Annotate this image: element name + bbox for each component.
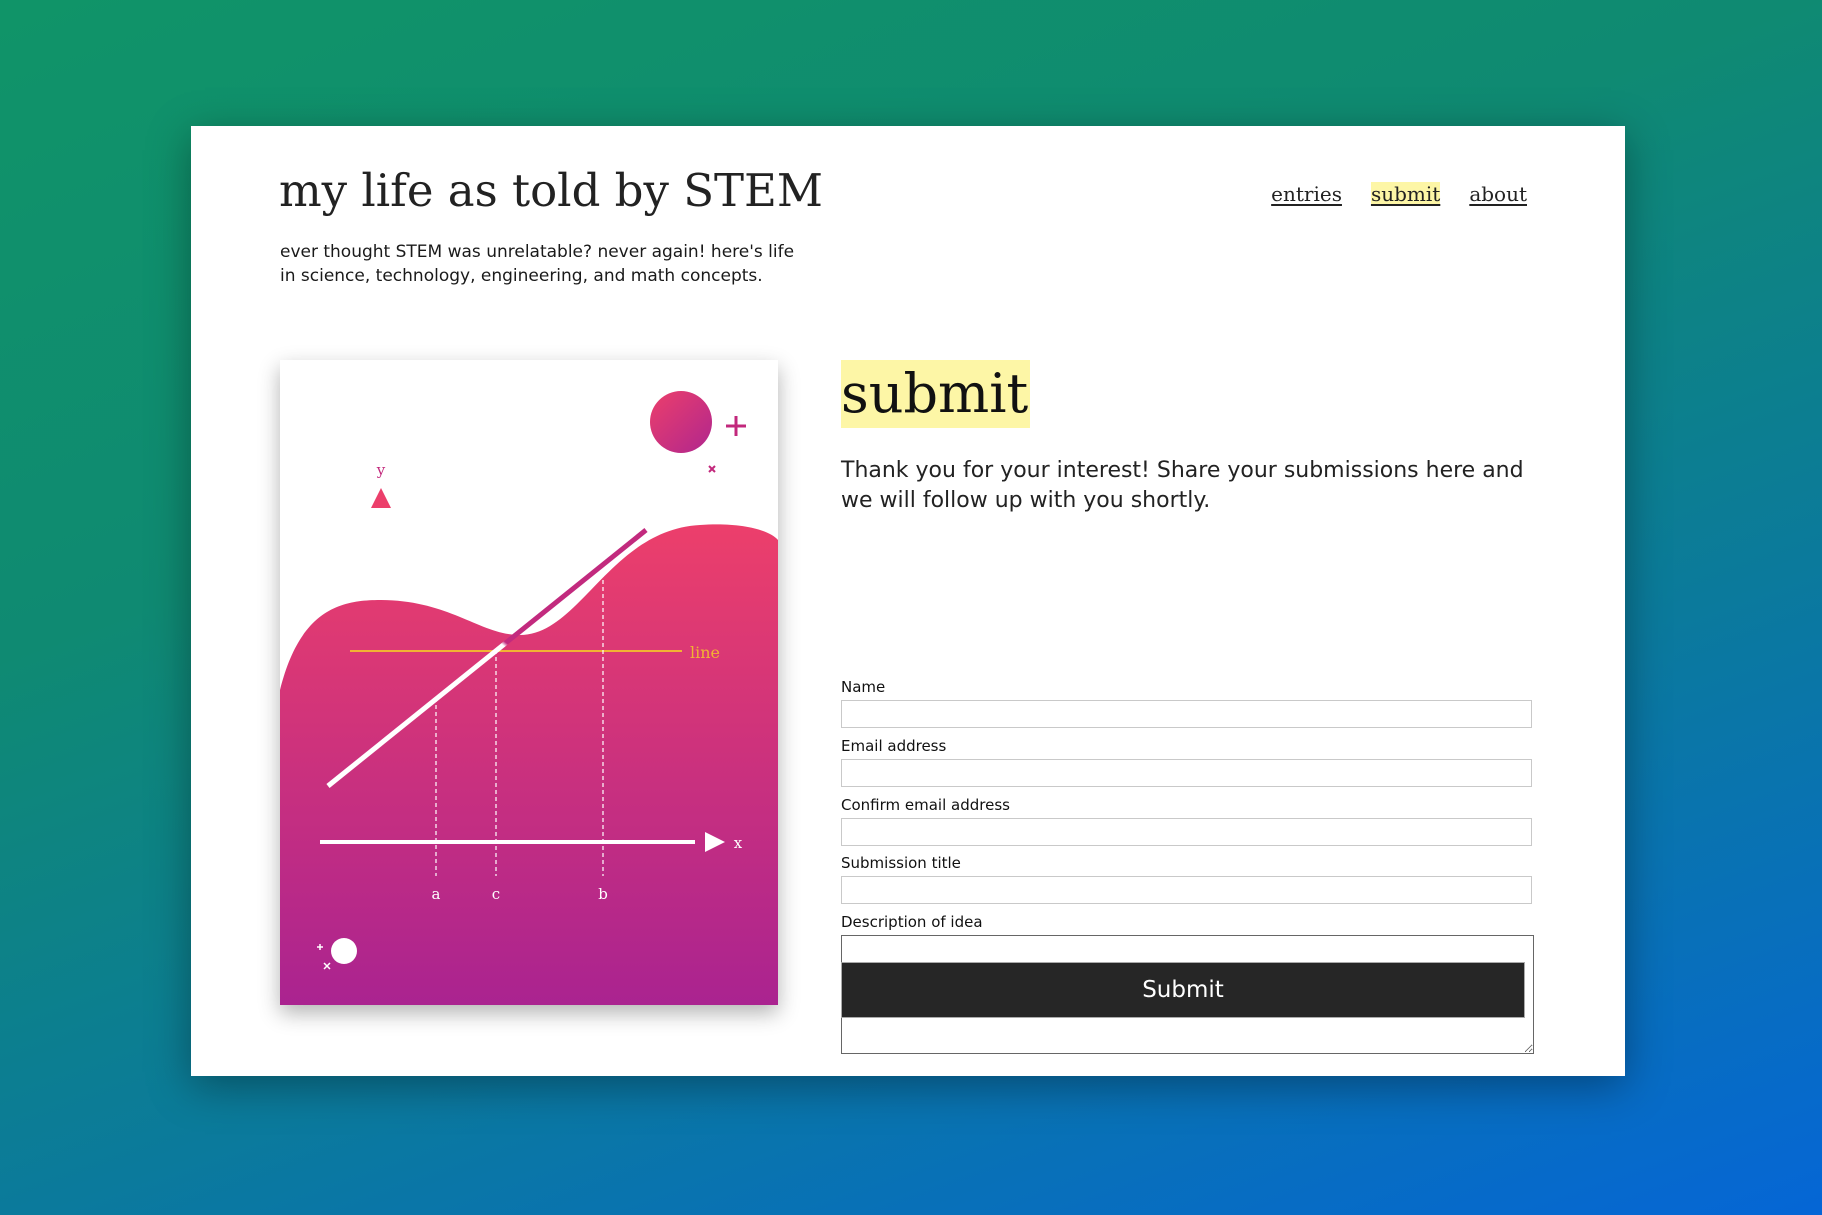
y-axis-label: y xyxy=(376,461,386,479)
nav-link-entries[interactable]: entries xyxy=(1271,182,1342,206)
submit-button[interactable]: Submit xyxy=(841,962,1525,1018)
name-label: Name xyxy=(841,678,886,696)
confirm-email-label: Confirm email address xyxy=(841,796,1010,814)
name-field-group: Name xyxy=(841,678,1532,728)
submission-title-field-group: Submission title xyxy=(841,854,1532,904)
nav-link-about[interactable]: about xyxy=(1469,182,1527,206)
description-label: Description of idea xyxy=(841,913,983,931)
main-nav: entries submit about xyxy=(1271,182,1527,206)
nav-link-submit[interactable]: submit xyxy=(1370,182,1441,206)
intro-text: Thank you for your interest! Share your … xyxy=(841,458,1524,513)
tick-label-c: c xyxy=(492,885,500,903)
decorative-circle xyxy=(650,391,712,453)
submission-section: submit Thank you for your interest! Shar… xyxy=(841,360,1536,1054)
email-field-group: Email address xyxy=(841,737,1532,787)
site-title[interactable]: my life as told by STEM xyxy=(279,164,823,217)
site-tagline: ever thought STEM was unrelatable? never… xyxy=(280,242,795,286)
x-axis-label: x xyxy=(734,834,743,852)
submission-title-input[interactable] xyxy=(841,876,1532,904)
line-label: line xyxy=(690,643,720,662)
tick-label-b: b xyxy=(598,885,608,903)
confirm-email-input[interactable] xyxy=(841,818,1532,846)
illustration-graphic: y line x a c b xyxy=(280,360,778,1005)
name-input[interactable] xyxy=(841,700,1532,728)
page-card: my life as told by STEM ever thought STE… xyxy=(191,126,1625,1076)
tick-label-a: a xyxy=(432,885,441,903)
submission-title-label: Submission title xyxy=(841,854,961,872)
page-heading: submit xyxy=(841,360,1031,428)
confirm-email-field-group: Confirm email address xyxy=(841,796,1532,846)
small-white-circle xyxy=(331,938,357,964)
email-label: Email address xyxy=(841,737,947,755)
email-input[interactable] xyxy=(841,759,1532,787)
stem-illustration: y line x a c b xyxy=(280,360,778,1005)
